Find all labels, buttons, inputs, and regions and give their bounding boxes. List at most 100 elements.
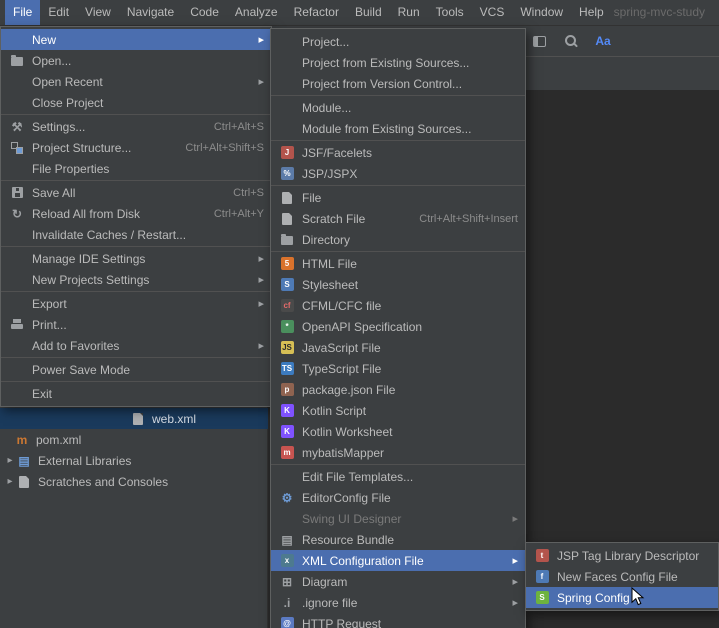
submenu-arrow-icon: ▸ [258, 274, 264, 286]
menu-item-close-project[interactable]: Close Project [1, 92, 271, 113]
menu-item-kotlin-worksheet[interactable]: K Kotlin Worksheet [271, 421, 525, 442]
menu-separator [271, 464, 525, 465]
menu-item-http-request[interactable]: @ HTTP Request [271, 613, 525, 628]
menu-item-open-recent[interactable]: Open Recent ▸ [1, 71, 271, 92]
webxml-icon [133, 412, 143, 425]
menubar-item-help[interactable]: Help [571, 0, 612, 25]
menu-item-mybatismapper[interactable]: m mybatisMapper [271, 442, 525, 463]
tree-item-pom-xml[interactable]: m pom.xml [0, 429, 268, 450]
icon-slot: * [279, 320, 295, 334]
menu-item-label: New [32, 32, 57, 47]
tld-icon: t [535, 549, 549, 562]
menu-item-open[interactable]: Open... [1, 50, 271, 71]
menu-separator [1, 357, 271, 358]
menu-item-label: Invalidate Caches / Restart... [32, 227, 187, 242]
menu-item-editorconfig-file[interactable]: ⚙ EditorConfig File [271, 487, 525, 508]
menubar-item-build[interactable]: Build [347, 0, 390, 25]
menu-item-html-file[interactable]: 5 HTML File [271, 253, 525, 274]
menu-item-cfml-cfc-file[interactable]: cf CFML/CFC file [271, 295, 525, 316]
menu-item-label: Export [32, 296, 67, 311]
menu-item-right-group: ▸ [502, 554, 518, 567]
menubar-item-vcs[interactable]: VCS [472, 0, 513, 25]
icon-slot [279, 233, 295, 247]
tree-item-web-xml[interactable]: web.xml [0, 408, 268, 429]
menu-item-jsf-facelets[interactable]: J JSF/Facelets [271, 142, 525, 163]
menubar-item-navigate[interactable]: Navigate [119, 0, 182, 25]
menu-item-jsp-tag-library-descriptor[interactable]: t JSP Tag Library Descriptor [526, 545, 718, 566]
menu-item-xml-configuration-file[interactable]: x XML Configuration File ▸ [271, 550, 525, 571]
menubar-item-window[interactable]: Window [512, 0, 571, 25]
icon-slot: JS [279, 341, 295, 355]
icon-slot: S [534, 591, 550, 605]
icon-slot: % [279, 167, 295, 181]
menu-item-right-group: ▸ [248, 297, 264, 310]
chevron-right-icon[interactable]: ▸ [4, 455, 16, 466]
menu-item-package-json-file[interactable]: p package.json File [271, 379, 525, 400]
menu-item-ignore-file[interactable]: .i .ignore file ▸ [271, 592, 525, 613]
faces-icon: f [535, 570, 549, 583]
menu-item-project-structure[interactable]: Project Structure... Ctrl+Alt+Shift+S [1, 137, 271, 158]
menu-item-file-properties[interactable]: File Properties [1, 158, 271, 179]
menu-item-export[interactable]: Export ▸ [1, 293, 271, 314]
menubar-item-run[interactable]: Run [390, 0, 428, 25]
menu-item-javascript-file[interactable]: JS JavaScript File [271, 337, 525, 358]
menu-item-jsp-jspx[interactable]: % JSP/JSPX [271, 163, 525, 184]
search-toolbar-button[interactable] [562, 32, 580, 50]
menu-item-settings[interactable]: ⚒ Settings... Ctrl+Alt+S [1, 116, 271, 137]
menu-item-exit[interactable]: Exit [1, 383, 271, 404]
menu-item-scratch-file[interactable]: Scratch File Ctrl+Alt+Shift+Insert [271, 208, 525, 229]
menu-item-kotlin-script[interactable]: K Kotlin Script [271, 400, 525, 421]
menu-item-module-from-existing-sources[interactable]: Module from Existing Sources... [271, 118, 525, 139]
menu-item-project-from-version-control[interactable]: Project from Version Control... [271, 73, 525, 94]
menu-item-label: Kotlin Worksheet [302, 424, 393, 439]
tree-item-external-libraries[interactable]: ▸ ▤ External Libraries [0, 450, 268, 471]
menu-item-stylesheet[interactable]: S Stylesheet [271, 274, 525, 295]
menu-item-print[interactable]: Print... [1, 314, 271, 335]
menu-item-reload-all-from-disk[interactable]: ↻ Reload All from Disk Ctrl+Alt+Y [1, 203, 271, 224]
menu-item-typescript-file[interactable]: TS TypeScript File [271, 358, 525, 379]
menubar-item-file[interactable]: File [5, 0, 41, 25]
menu-item-directory[interactable]: Directory [271, 229, 525, 250]
menubar-item-edit[interactable]: Edit [40, 0, 77, 25]
menu-item-swing-ui-designer[interactable]: Swing UI Designer ▸ [271, 508, 525, 529]
menu-item-resource-bundle[interactable]: ▤ Resource Bundle [271, 529, 525, 550]
tree-item-label: Scratches and Consoles [38, 474, 169, 489]
menu-item-openapi-specification[interactable]: * OpenAPI Specification [271, 316, 525, 337]
menu-item-power-save-mode[interactable]: Power Save Mode [1, 359, 271, 380]
tree-item-scratches-and-consoles[interactable]: ▸ Scratches and Consoles [0, 471, 268, 492]
menu-item-module[interactable]: Module... [271, 97, 525, 118]
menubar-item-tools[interactable]: Tools [428, 0, 472, 25]
diagram-icon: ⊞ [281, 574, 293, 589]
menu-item-project[interactable]: Project... [271, 31, 525, 52]
chevron-right-icon[interactable]: ▸ [4, 476, 16, 487]
menu-item-invalidate-caches-restart[interactable]: Invalidate Caches / Restart... [1, 224, 271, 245]
menubar-item-analyze[interactable]: Analyze [227, 0, 286, 25]
kotlin-icon: K [280, 425, 294, 438]
menu-item-spring-config[interactable]: S Spring Config [526, 587, 718, 608]
menu-item-new-projects-settings[interactable]: New Projects Settings ▸ [1, 269, 271, 290]
translate-toolbar-button[interactable]: Aa [594, 32, 612, 50]
menu-item-add-to-favorites[interactable]: Add to Favorites ▸ [1, 335, 271, 356]
panel-toolbar-button[interactable] [530, 32, 548, 50]
project-tree-panel: web.xml m pom.xml ▸ ▤ External Libraries ▸ Scra… [0, 408, 268, 492]
menu-item-label: Close Project [32, 95, 104, 110]
directory-icon [281, 234, 293, 245]
menu-item-file[interactable]: File [271, 187, 525, 208]
menubar-item-refactor[interactable]: Refactor [286, 0, 347, 25]
menubar-item-code[interactable]: Code [182, 0, 227, 25]
menu-item-new[interactable]: New ▸ [1, 29, 271, 50]
menu-item-manage-ide-settings[interactable]: Manage IDE Settings ▸ [1, 248, 271, 269]
menu-item-label: Project... [302, 34, 350, 49]
menu-item-right-group: ▸ [502, 596, 518, 609]
menu-item-project-from-existing-sources[interactable]: Project from Existing Sources... [271, 52, 525, 73]
menu-separator [271, 185, 525, 186]
menu-item-diagram[interactable]: ⊞ Diagram ▸ [271, 571, 525, 592]
html-icon: 5 [280, 257, 294, 270]
menu-item-label: EditorConfig File [302, 490, 391, 505]
menu-item-save-all[interactable]: Save All Ctrl+S [1, 182, 271, 203]
menu-item-new-faces-config-file[interactable]: f New Faces Config File [526, 566, 718, 587]
menu-item-edit-file-templates[interactable]: Edit File Templates... [271, 466, 525, 487]
menu-separator [1, 246, 271, 247]
icon-slot: @ [279, 617, 295, 628]
menubar-item-view[interactable]: View [77, 0, 119, 25]
